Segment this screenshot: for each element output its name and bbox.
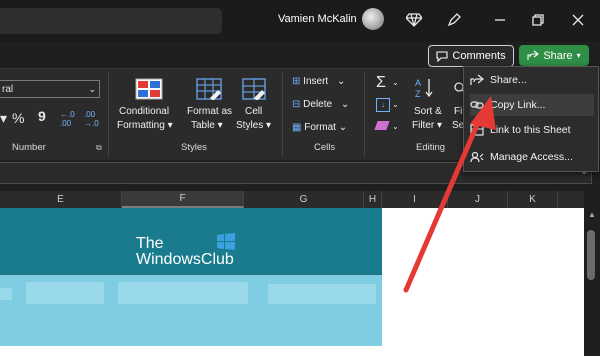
annotation-arrow: [403, 96, 496, 293]
